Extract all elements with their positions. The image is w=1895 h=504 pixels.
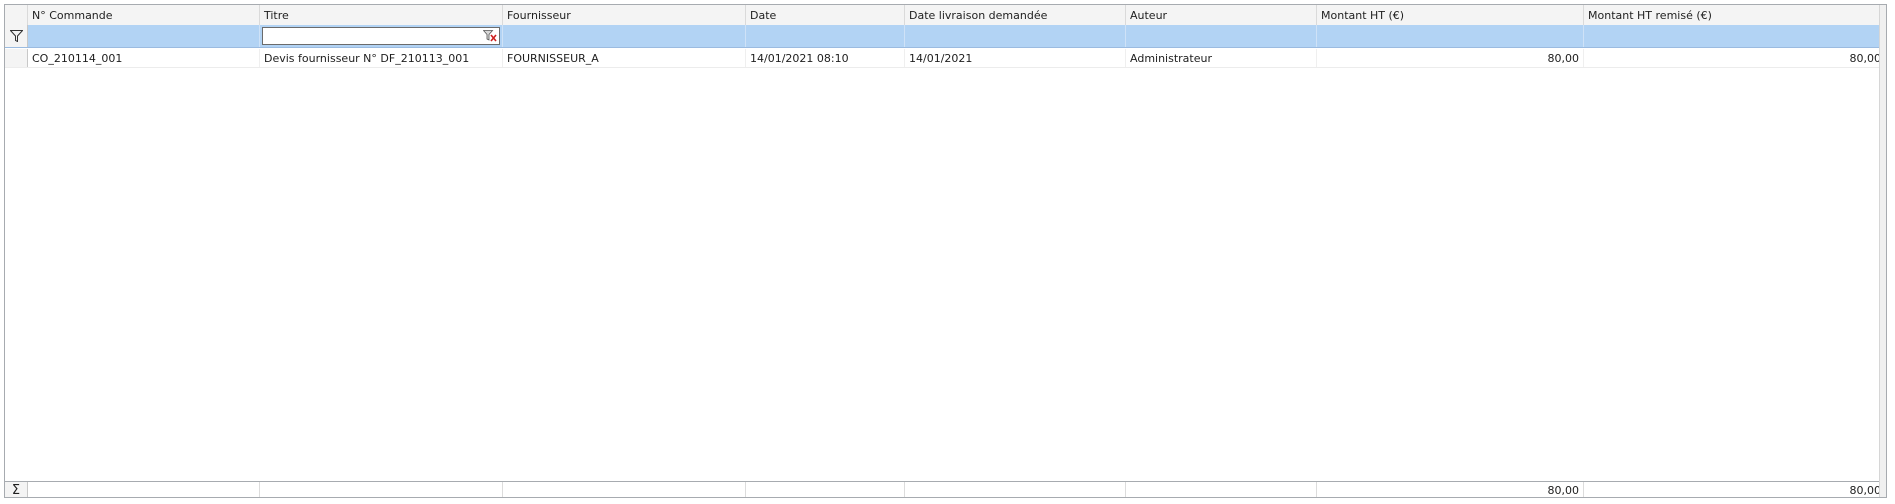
column-header-montant-ht[interactable]: Montant HT (€) [1317,5,1584,25]
summary-montant-ht-remise: 80,00 [1584,482,1886,497]
cell-montant-ht[interactable]: 80,00 [1317,49,1584,67]
funnel-icon [9,30,23,42]
filter-titre-wrapper [262,27,500,45]
clear-filter-icon[interactable] [481,28,499,44]
cell-montant-ht-remise[interactable]: 80,00 [1584,49,1886,67]
filter-cell-fournisseur[interactable] [503,25,746,47]
filter-cell-montant-ht-remise[interactable] [1584,25,1886,47]
summary-row: Σ 80,00 80,00 [5,481,1886,497]
orders-grid: N° Commande Titre Fournisseur Date Date … [4,4,1887,498]
filter-cell-date-livraison[interactable] [905,25,1126,47]
filter-cell-montant-ht[interactable] [1317,25,1584,47]
column-header-row: N° Commande Titre Fournisseur Date Date … [5,5,1886,26]
grid-empty-area [5,68,1886,482]
summary-cell-num-commande [28,482,260,497]
column-header-montant-ht-remise[interactable]: Montant HT remisé (€) [1584,5,1886,25]
column-header-num-commande[interactable]: N° Commande [28,5,260,25]
cell-titre[interactable]: Devis fournisseur N° DF_210113_001 [260,49,503,67]
filter-cell-auteur[interactable] [1126,25,1317,47]
column-header-fournisseur[interactable]: Fournisseur [503,5,746,25]
summary-cell-date-livraison [905,482,1126,497]
summary-cell-auteur [1126,482,1317,497]
filter-cell-date[interactable] [746,25,905,47]
header-indicator [5,5,28,25]
summary-cell-fournisseur [503,482,746,497]
filter-row-indicator[interactable] [5,25,28,47]
column-header-titre[interactable]: Titre [260,5,503,25]
filter-titre-input[interactable] [262,27,500,45]
table-row[interactable]: CO_210114_001 Devis fournisseur N° DF_21… [5,49,1886,68]
sum-icon: Σ [5,482,28,497]
cell-fournisseur[interactable]: FOURNISSEUR_A [503,49,746,67]
summary-montant-ht: 80,00 [1317,482,1584,497]
column-header-date[interactable]: Date [746,5,905,25]
cell-auteur[interactable]: Administrateur [1126,49,1317,67]
column-header-auteur[interactable]: Auteur [1126,5,1317,25]
summary-cell-titre [260,482,503,497]
column-header-date-livraison[interactable]: Date livraison demandée [905,5,1126,25]
filter-row [5,25,1886,48]
cell-date-livraison[interactable]: 14/01/2021 [905,49,1126,67]
filter-cell-num-commande[interactable] [28,25,260,47]
cell-num-commande[interactable]: CO_210114_001 [28,49,260,67]
cell-date[interactable]: 14/01/2021 08:10 [746,49,905,67]
row-indicator[interactable] [5,49,28,67]
vertical-scrollbar[interactable] [1879,5,1886,497]
filter-cell-titre[interactable] [260,25,503,47]
summary-cell-date [746,482,905,497]
